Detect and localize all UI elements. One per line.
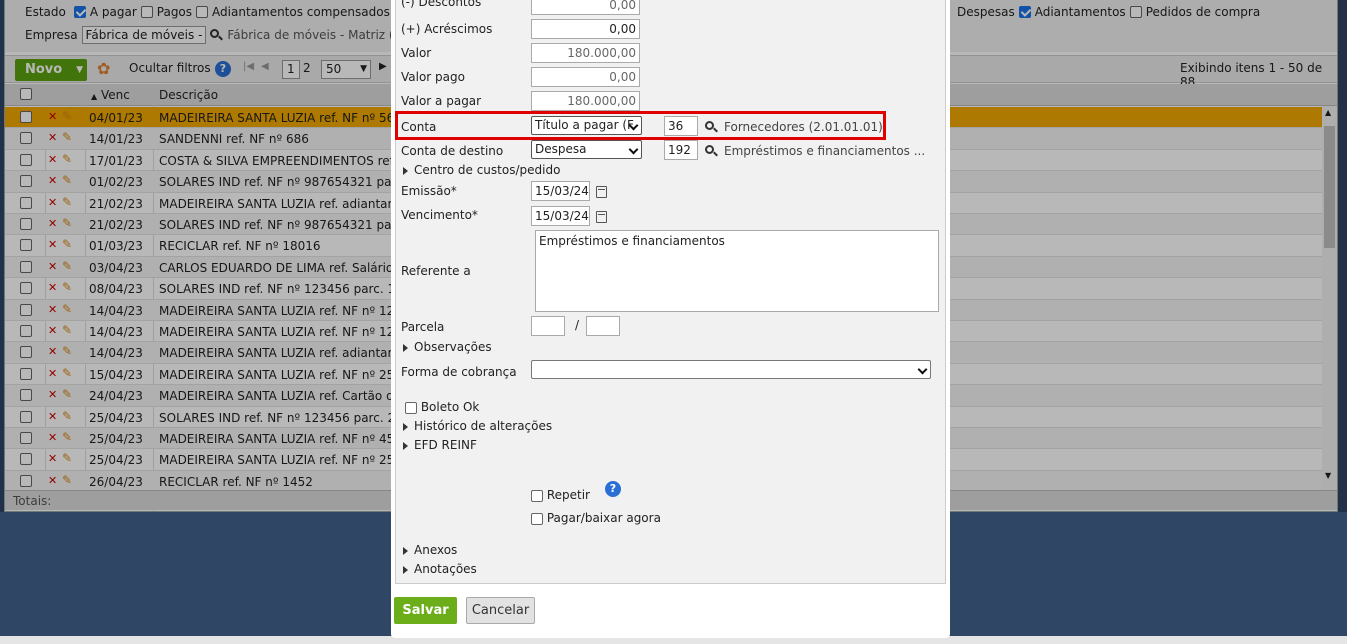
centro-custos-expander[interactable]: Centro de custos/pedido (403, 163, 560, 177)
historico-expander[interactable]: Histórico de alterações (403, 419, 552, 433)
repetir-label: Repetir (546, 488, 590, 502)
destino-label: Conta de destino (401, 144, 504, 158)
destino-code-input[interactable]: 192 (664, 140, 698, 160)
caret-right-icon (403, 441, 408, 450)
descontos-input[interactable]: 0,00 (531, 0, 640, 15)
payment-modal: (-) Descontos 0,00 (+) Acréscimos 0,00 V… (391, 0, 950, 638)
chevron-down-icon (628, 144, 639, 155)
pagar-agora-label: Pagar/baixar agora (546, 511, 661, 525)
parcela-sep: / (575, 318, 580, 332)
calendar-icon[interactable] (596, 186, 607, 198)
destino-select[interactable]: Despesa (531, 140, 642, 159)
payment-form: (-) Descontos 0,00 (+) Acréscimos 0,00 V… (395, 0, 946, 584)
conta-highlight-box (395, 111, 886, 140)
boleto-label: Boleto Ok (420, 400, 480, 414)
vencimento-input[interactable]: 15/03/24 (531, 206, 590, 226)
valor-input[interactable]: 180.000,00 (531, 43, 640, 63)
pagar-agora-checkbox[interactable] (531, 512, 543, 525)
referente-label: Referente a (401, 264, 471, 278)
caret-right-icon (403, 546, 408, 555)
parcela-total-input[interactable] (586, 316, 620, 336)
chevron-down-icon (917, 364, 928, 375)
cobranca-select[interactable] (531, 360, 931, 379)
vencimento-label: Vencimento* (401, 208, 478, 222)
acrescimos-label: (+) Acréscimos (401, 22, 493, 36)
caret-right-icon (403, 422, 408, 431)
calendar-icon[interactable] (596, 211, 607, 223)
efd-reinf-expander[interactable]: EFD REINF (403, 438, 477, 452)
anexos-expander[interactable]: Anexos (403, 543, 457, 557)
acrescimos-input[interactable]: 0,00 (531, 19, 640, 39)
parcela-input[interactable] (531, 316, 565, 336)
pagar-agora-row: Pagar/baixar agora (531, 511, 661, 525)
emissao-label: Emissão* (401, 184, 457, 198)
salvar-button[interactable]: Salvar (394, 597, 457, 624)
valor-pago-label: Valor pago (401, 70, 465, 84)
caret-right-icon (403, 343, 408, 352)
boleto-row: Boleto Ok (405, 400, 479, 414)
boleto-checkbox[interactable] (405, 401, 417, 414)
search-icon[interactable] (705, 145, 714, 154)
cancelar-button[interactable]: Cancelar (466, 597, 535, 624)
anotacoes-expander[interactable]: Anotações (403, 562, 477, 576)
help-icon[interactable]: ? (605, 481, 621, 497)
valor-label: Valor (401, 46, 432, 60)
caret-right-icon (403, 166, 408, 175)
emissao-input[interactable]: 15/03/24 (531, 181, 590, 201)
repetir-checkbox[interactable] (531, 489, 543, 502)
valor-pagar-input[interactable]: 180.000,00 (531, 91, 640, 111)
observacoes-expander[interactable]: Observações (403, 340, 492, 354)
descontos-label: (-) Descontos (401, 0, 482, 9)
repetir-row: Repetir (531, 488, 590, 502)
parcela-label: Parcela (401, 320, 445, 334)
caret-right-icon (403, 565, 408, 574)
cobranca-label: Forma de cobrança (401, 365, 517, 379)
destino-desc: Empréstimos e financiamentos ... (724, 144, 926, 158)
valor-pago-input[interactable]: 0,00 (531, 67, 640, 87)
valor-pagar-label: Valor a pagar (401, 94, 482, 108)
referente-textarea[interactable]: Empréstimos e financiamentos (535, 230, 939, 312)
